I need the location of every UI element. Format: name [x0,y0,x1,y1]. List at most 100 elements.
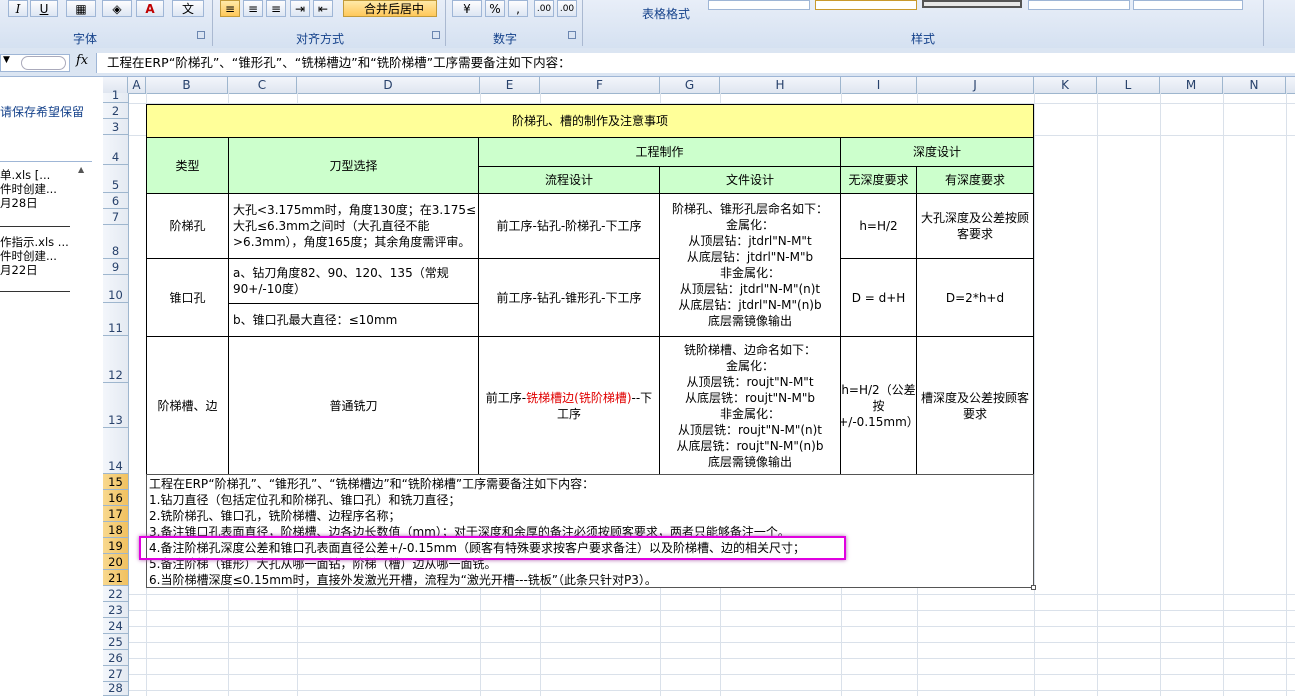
italic-button[interactable]: I [8,0,28,17]
sheet-title-cell[interactable]: 阶梯孔、槽的制作及注意事项 [146,104,1034,138]
resize-handle[interactable] [1031,585,1036,590]
style-swatch[interactable] [815,0,917,10]
column-header[interactable]: D [297,77,480,93]
no-depth-cell[interactable]: h=H/2 [840,193,917,259]
font-color-button[interactable]: A [136,0,164,17]
has-depth-cell[interactable]: 大孔深度及公差按顾客要求 [916,193,1034,259]
header-type-cell[interactable]: 类型 [146,137,229,194]
percent-button[interactable]: % [485,0,505,17]
row-header[interactable]: 27 [103,666,128,682]
fill-color-button[interactable]: ◈ [102,0,132,17]
header-file-cell[interactable]: 文件设计 [659,166,841,194]
row-header[interactable]: 5 [103,165,128,193]
row-header[interactable]: 16 [103,490,128,506]
style-swatch[interactable] [1028,0,1130,10]
column-header[interactable]: B [146,77,228,93]
type-cell[interactable]: 锥口孔 [146,258,229,337]
row-header[interactable]: 20 [103,554,128,570]
fx-icon[interactable]: fx [76,53,88,68]
row-header[interactable]: 12 [103,336,128,383]
name-box[interactable]: ▼ [0,54,70,72]
flow-cell[interactable]: 前工序-铣梯槽边(铣阶梯槽)--下工序 [478,336,660,475]
outdent-button[interactable]: ⇤ [313,0,333,17]
column-header[interactable]: C [228,77,297,93]
row-header[interactable]: 6 [103,193,128,209]
row-header[interactable]: 23 [103,602,128,618]
scroll-up-icon[interactable]: ▲ [78,165,84,174]
indent-button[interactable]: ⇥ [290,0,310,17]
phonetic-button[interactable]: 文 [172,0,204,17]
has-depth-cell[interactable]: D=2*h+d [916,258,1034,337]
row-header[interactable]: 2 [103,103,128,119]
flow-cell[interactable]: 前工序-钻孔-锥形孔-下工序 [478,258,660,337]
tool-cell[interactable]: 大孔<3.175mm时，角度130度；在3.175≤大孔≤6.3mm之间时（大孔… [228,193,479,259]
header-tool-cell[interactable]: 刀型选择 [228,137,479,194]
row-header[interactable]: 21 [103,570,128,586]
column-header[interactable]: N [1223,77,1286,93]
column-header[interactable]: G [660,77,720,93]
row-header[interactable]: 4 [103,135,128,165]
align-left-button[interactable]: ≡ [220,0,240,17]
row-header[interactable]: 7 [103,209,128,225]
header-has-depth-cell[interactable]: 有深度要求 [916,166,1034,194]
decrease-decimal-button[interactable]: .00 [557,0,577,17]
row-header[interactable]: 25 [103,634,128,650]
no-depth-cell[interactable]: D = d+H [840,258,917,337]
row-header[interactable]: 22 [103,586,128,602]
underline-button[interactable]: U [30,0,58,17]
notes-text-box[interactable]: 工程在ERP“阶梯孔”、“锥形孔”、“铣梯槽边”和“铣阶梯槽”工序需要备注如下内… [146,474,1036,590]
type-cell[interactable]: 阶梯槽、边 [146,336,229,475]
row-header[interactable]: 28 [103,682,128,696]
row-header[interactable]: 24 [103,618,128,634]
row-header[interactable]: 18 [103,522,128,538]
column-header[interactable]: J [917,77,1034,93]
header-flow-cell[interactable]: 流程设计 [478,166,660,194]
column-header[interactable]: A [128,77,146,93]
style-swatch[interactable] [922,0,1022,8]
column-header[interactable]: M [1160,77,1223,93]
style-swatch[interactable] [1133,0,1243,10]
column-header[interactable]: K [1034,77,1097,93]
row-header[interactable]: 13 [103,383,128,428]
row-header[interactable]: 11 [103,303,128,336]
align-right-button[interactable]: ≡ [266,0,286,17]
comma-button[interactable]: , [508,0,528,17]
type-cell[interactable]: 阶梯孔 [146,193,229,259]
row-header[interactable]: 14 [103,428,128,474]
row-header[interactable]: 3 [103,119,128,135]
table-format-button[interactable]: 表格格式 [642,5,690,22]
row-header[interactable]: 19 [103,538,128,554]
file-design-slot-cell[interactable]: 铣阶梯槽、边命名如下： 金属化： 从顶层铣：roujt"N-M"t 从底层铣：r… [659,336,841,475]
chevron-down-icon[interactable]: ▼ [3,55,10,65]
row-header[interactable]: 15 [103,474,128,490]
font-dialog-launcher-icon[interactable] [197,31,205,39]
column-header[interactable]: E [480,77,540,93]
merge-center-button[interactable]: 合并后居中 [343,0,437,17]
style-swatch[interactable] [708,0,810,10]
flow-cell[interactable]: 前工序-钻孔-阶梯孔-下工序 [478,193,660,259]
file-design-hole-cell[interactable]: 阶梯孔、锥形孔层命名如下： 金属化： 从顶层钻：jtdrl"N-M"t 从底层钻… [659,193,841,337]
tool-cell[interactable]: b、锥口孔最大直径：≤10mm [228,303,479,337]
column-header[interactable]: I [841,77,917,93]
row-header[interactable]: 17 [103,506,128,522]
alignment-dialog-launcher-icon[interactable] [432,31,440,39]
header-no-depth-cell[interactable]: 无深度要求 [840,166,917,194]
tool-cell[interactable]: 普通铣刀 [228,336,479,475]
header-depth-cell[interactable]: 深度设计 [840,137,1034,167]
has-depth-cell[interactable]: 槽深度及公差按顾客要求 [916,336,1034,475]
row-header[interactable]: 26 [103,650,128,666]
row-header[interactable]: 10 [103,275,128,303]
tool-cell[interactable]: a、钻刀角度82、90、120、135（常规90+/-10度） [228,258,479,304]
number-dialog-launcher-icon[interactable] [568,31,576,39]
increase-decimal-button[interactable]: .00 [534,0,554,17]
formula-input[interactable]: 工程在ERP“阶梯孔”、“锥形孔”、“铣梯槽边”和“铣阶梯槽”工序需要备注如下内… [96,53,1295,73]
column-header[interactable]: L [1097,77,1160,93]
currency-button[interactable]: ¥ [452,0,482,17]
border-button[interactable]: ▦ [66,0,96,17]
align-center-button[interactable]: ≡ [243,0,263,17]
row-header[interactable]: 9 [103,259,128,275]
row-header[interactable]: 8 [103,225,128,259]
header-eng-cell[interactable]: 工程制作 [478,137,841,167]
column-header[interactable]: H [720,77,841,93]
no-depth-cell[interactable]: h=H/2（公差按+/-0.15mm） [840,336,917,475]
